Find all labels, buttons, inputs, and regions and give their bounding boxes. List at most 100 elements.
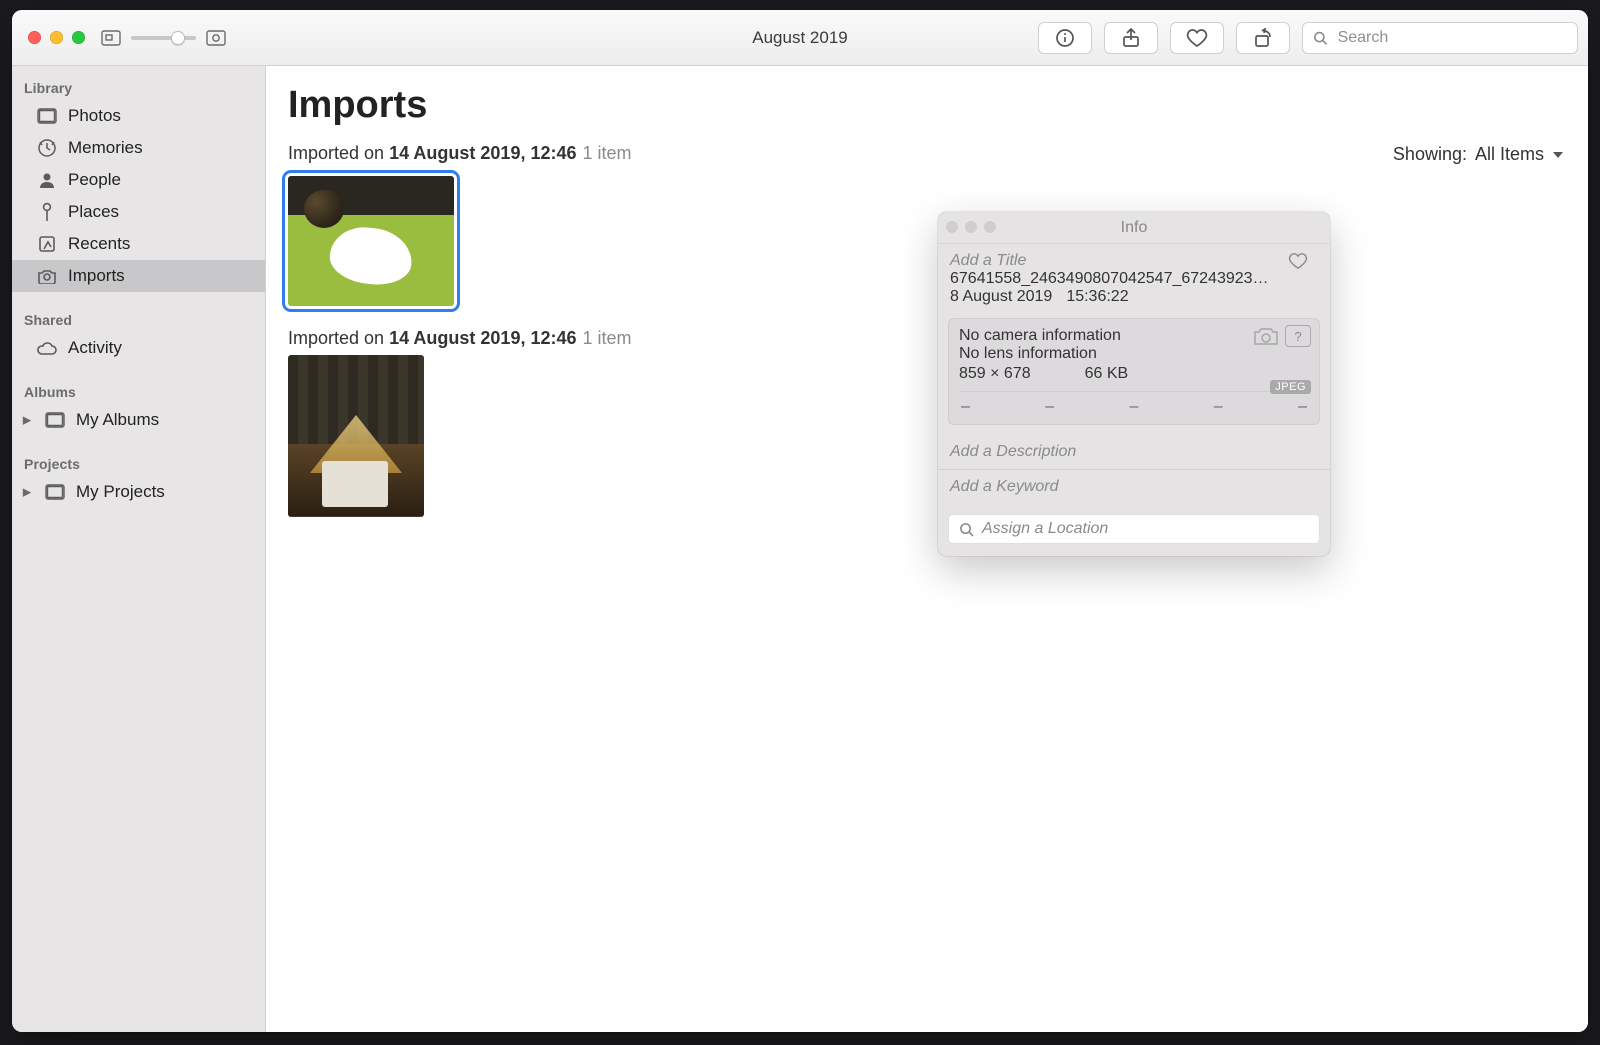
slider-knob[interactable] xyxy=(171,31,185,45)
photos-icon xyxy=(36,108,58,124)
import-group-header: Imported on 14 August 2019, 12:46 1 item xyxy=(288,143,632,164)
sidebar-section-albums: Albums xyxy=(12,378,265,404)
share-button[interactable] xyxy=(1104,22,1158,54)
showing-value: All Items xyxy=(1475,144,1544,165)
favorite-heart-icon[interactable] xyxy=(1288,252,1308,270)
exif-dash-row: – – – – – xyxy=(959,391,1309,418)
window-controls xyxy=(28,31,85,44)
import-group-count: 1 item xyxy=(583,328,632,348)
content: Imports Imported on 14 August 2019, 12:4… xyxy=(266,66,1588,1032)
sidebar-item-label: My Albums xyxy=(76,410,159,430)
exif-dash: – xyxy=(1298,398,1307,416)
import-group-prefix: Imported on xyxy=(288,143,389,163)
sidebar-item-my-albums[interactable]: ▸ My Albums xyxy=(12,404,265,436)
minimize-window-button[interactable] xyxy=(50,31,63,44)
sidebar-item-photos[interactable]: Photos xyxy=(12,100,265,132)
exif-dash: – xyxy=(1130,398,1139,416)
assign-location-placeholder: Assign a Location xyxy=(982,520,1108,538)
zoom-out-icon[interactable] xyxy=(101,30,121,46)
info-description-block[interactable]: Add a Description xyxy=(938,435,1330,469)
format-badge: JPEG xyxy=(1270,380,1311,394)
showing-label: Showing: xyxy=(1393,144,1467,165)
sidebar-item-label: Imports xyxy=(68,266,125,286)
import-group-count: 1 item xyxy=(583,143,632,163)
rotate-button[interactable] xyxy=(1236,22,1290,54)
photo-thumbnail-selected[interactable] xyxy=(288,176,454,306)
sidebar-item-recents[interactable]: Recents xyxy=(12,228,265,260)
sidebar-item-my-projects[interactable]: ▸ My Projects xyxy=(12,476,265,508)
info-zoom-button[interactable] xyxy=(984,221,996,233)
add-title-field[interactable]: Add a Title xyxy=(950,252,1026,270)
chevron-down-icon xyxy=(1552,149,1564,161)
places-icon xyxy=(36,202,58,222)
project-icon xyxy=(44,484,66,500)
sidebar-section-library: Library xyxy=(12,74,265,100)
exif-dash: – xyxy=(961,398,970,416)
info-metadata-card: ? No camera information No lens informat… xyxy=(948,318,1320,425)
toolbar-right xyxy=(1038,22,1578,54)
info-titlebar: Info xyxy=(938,212,1330,244)
sidebar-item-label: Memories xyxy=(68,138,143,158)
sidebar-item-activity[interactable]: Activity xyxy=(12,332,265,364)
sidebar-section-shared: Shared xyxy=(12,306,265,332)
camera-wb-icon xyxy=(1253,325,1279,347)
cloud-icon xyxy=(36,340,58,356)
people-icon xyxy=(36,171,58,189)
info-close-button[interactable] xyxy=(946,221,958,233)
sidebar-item-people[interactable]: People xyxy=(12,164,265,196)
page-title: Imports xyxy=(288,84,1570,127)
sidebar-item-imports[interactable]: Imports xyxy=(12,260,265,292)
zoom-in-icon[interactable] xyxy=(206,30,226,46)
photos-window: August 2019 xyxy=(12,10,1588,1032)
exif-dash: – xyxy=(1045,398,1054,416)
search-input[interactable] xyxy=(1336,28,1567,48)
disclosure-triangle-icon[interactable]: ▸ xyxy=(20,482,34,502)
search-icon xyxy=(1313,30,1328,46)
thumbnail-row xyxy=(288,176,1570,306)
info-lens: No lens information xyxy=(959,345,1309,363)
import-group-prefix: Imported on xyxy=(288,328,389,348)
sidebar-item-label: Photos xyxy=(68,106,121,126)
sidebar-item-places[interactable]: Places xyxy=(12,196,265,228)
info-time: 15:36:22 xyxy=(1066,288,1128,306)
import-group-date: 14 August 2019, 12:46 xyxy=(389,328,576,348)
sidebar-item-label: People xyxy=(68,170,121,190)
info-header-block: Add a Title 67641558_2463490807042547_67… xyxy=(938,244,1330,314)
titlebar: August 2019 xyxy=(12,10,1588,66)
info-keyword-block[interactable]: Add a Keyword xyxy=(938,470,1330,504)
thumbnail-row xyxy=(288,355,1570,517)
info-popover: Info Add a Title 67641558_24634908070425… xyxy=(938,212,1330,556)
info-filesize: 66 KB xyxy=(1085,365,1129,383)
close-window-button[interactable] xyxy=(28,31,41,44)
fullscreen-window-button[interactable] xyxy=(72,31,85,44)
search-icon xyxy=(959,522,974,537)
imports-icon xyxy=(36,268,58,284)
sidebar-item-label: Activity xyxy=(68,338,122,358)
sidebar-item-label: My Projects xyxy=(76,482,165,502)
add-description-field[interactable]: Add a Description xyxy=(950,443,1076,460)
info-minimize-button[interactable] xyxy=(965,221,977,233)
import-group-header: Imported on 14 August 2019, 12:46 1 item xyxy=(288,328,1570,349)
showing-filter[interactable]: Showing: All Items xyxy=(1393,144,1564,165)
disclosure-triangle-icon[interactable]: ▸ xyxy=(20,410,34,430)
import-group-date: 14 August 2019, 12:46 xyxy=(389,143,576,163)
body: Library Photos Memories People xyxy=(12,66,1588,1032)
thumbnail-zoom-slider[interactable] xyxy=(131,36,196,40)
album-icon xyxy=(44,412,66,428)
favorite-button[interactable] xyxy=(1170,22,1224,54)
exif-dash: – xyxy=(1214,398,1223,416)
info-date: 8 August 2019 xyxy=(950,288,1052,306)
recents-icon xyxy=(36,235,58,253)
add-keyword-field[interactable]: Add a Keyword xyxy=(950,478,1059,495)
sidebar-item-label: Places xyxy=(68,202,119,222)
sidebar-section-projects: Projects xyxy=(12,450,265,476)
info-dimensions: 859 × 678 xyxy=(959,365,1031,383)
sidebar-item-label: Recents xyxy=(68,234,130,254)
assign-location-field[interactable]: Assign a Location xyxy=(948,514,1320,544)
sidebar: Library Photos Memories People xyxy=(12,66,266,1032)
info-button[interactable] xyxy=(1038,22,1092,54)
sidebar-item-memories[interactable]: Memories xyxy=(12,132,265,164)
info-window-controls xyxy=(946,221,996,233)
photo-thumbnail[interactable] xyxy=(288,355,424,517)
search-field[interactable] xyxy=(1302,22,1578,54)
